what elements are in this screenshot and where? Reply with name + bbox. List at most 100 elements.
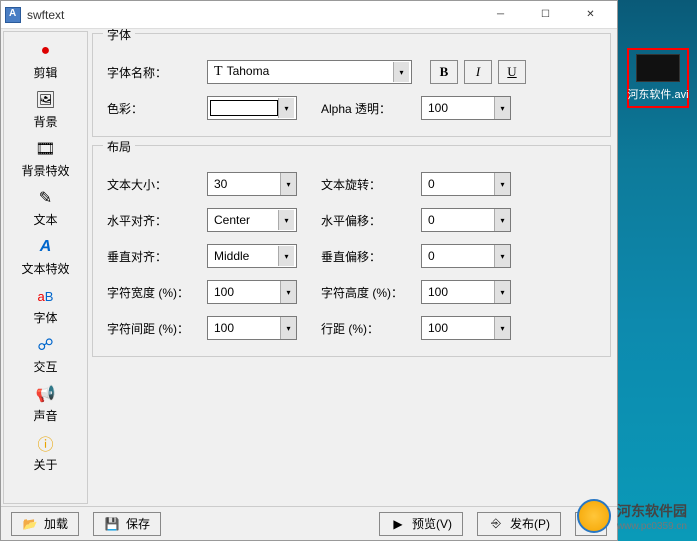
text-rotate-label: 文本旋转： bbox=[321, 176, 421, 193]
speaker-icon: 📢 bbox=[35, 383, 57, 405]
text-size-label: 文本大小： bbox=[107, 176, 207, 193]
publish-label: 发布(P) bbox=[510, 515, 550, 532]
halign-label: 水平对齐： bbox=[107, 212, 207, 229]
sidebar-item-text[interactable]: ✎ 文本 bbox=[7, 183, 85, 232]
chevron-down-icon: ▾ bbox=[280, 173, 296, 195]
line-sp-input[interactable]: 100▾ bbox=[421, 316, 511, 340]
font-group: 字体 字体名称： TTahoma ▾ B I U 色彩： bbox=[92, 33, 611, 137]
group-title: 字体 bbox=[103, 29, 135, 43]
alpha-label: Alpha 透明： bbox=[321, 100, 421, 117]
chevron-down-icon: ▾ bbox=[494, 245, 510, 267]
sidebar-label: 文本 bbox=[33, 211, 57, 228]
chevron-down-icon: ▾ bbox=[494, 317, 510, 339]
voffset-label: 垂直偏移： bbox=[321, 248, 421, 265]
sidebar-label: 背景 bbox=[33, 113, 57, 130]
chevron-down-icon: ▾ bbox=[494, 97, 510, 119]
load-label: 加载 bbox=[44, 515, 68, 532]
app-icon bbox=[5, 7, 21, 23]
char-h-input[interactable]: 100▾ bbox=[421, 280, 511, 304]
save-button[interactable]: 💾 保存 bbox=[93, 512, 161, 536]
picture-icon: 🖼 bbox=[35, 89, 57, 111]
preview-label: 预览(V) bbox=[412, 515, 452, 532]
chevron-down-icon: ▾ bbox=[494, 209, 510, 231]
watermark: 河东软件园 www.pc0359.cn bbox=[577, 499, 687, 533]
font-name-value: Tahoma bbox=[227, 64, 270, 78]
play-icon: ▶ bbox=[390, 516, 406, 532]
sidebar: ● 剪辑 🖼 背景 🎞 背景特效 ✎ 文本 A 文本特效 aB 字体 bbox=[3, 31, 88, 504]
valign-label: 垂直对齐： bbox=[107, 248, 207, 265]
sidebar-item-sound[interactable]: 📢 声音 bbox=[7, 379, 85, 428]
chevron-down-icon: ▾ bbox=[278, 210, 294, 230]
font-name-label: 字体名称： bbox=[107, 64, 207, 81]
titlebar: swftext ─ ☐ ✕ bbox=[1, 1, 617, 29]
close-button[interactable]: ✕ bbox=[568, 4, 613, 26]
sidebar-label: 交互 bbox=[33, 358, 57, 375]
text-rotate-input[interactable]: 0▾ bbox=[421, 172, 511, 196]
halign-combo[interactable]: Center▾ bbox=[207, 208, 297, 232]
color-picker[interactable]: ▾ bbox=[207, 96, 297, 120]
char-w-input[interactable]: 100▾ bbox=[207, 280, 297, 304]
color-swatch bbox=[210, 100, 278, 116]
chevron-down-icon: ▾ bbox=[494, 281, 510, 303]
minimize-button[interactable]: ─ bbox=[478, 4, 523, 26]
bottom-toolbar: 📂 加载 💾 保存 ▶ 预览(V) ⎆ 发布(P) ❓ bbox=[1, 506, 617, 540]
publish-button[interactable]: ⎆ 发布(P) bbox=[477, 512, 561, 536]
sidebar-item-font[interactable]: aB 字体 bbox=[7, 281, 85, 330]
chevron-down-icon: ▾ bbox=[280, 281, 296, 303]
video-thumbnail-icon bbox=[636, 54, 680, 82]
load-button[interactable]: 📂 加载 bbox=[11, 512, 79, 536]
underline-button[interactable]: U bbox=[498, 60, 526, 84]
hoffset-label: 水平偏移： bbox=[321, 212, 421, 229]
sidebar-label: 声音 bbox=[33, 407, 57, 424]
sidebar-label: 文本特效 bbox=[21, 260, 69, 277]
chevron-down-icon: ▾ bbox=[280, 317, 296, 339]
floppy-icon: 💾 bbox=[104, 516, 120, 532]
link-icon: ☍ bbox=[35, 334, 57, 356]
group-title: 布局 bbox=[103, 138, 135, 155]
sidebar-item-clip[interactable]: ● 剪辑 bbox=[7, 36, 85, 85]
hoffset-input[interactable]: 0▾ bbox=[421, 208, 511, 232]
maximize-button[interactable]: ☐ bbox=[523, 4, 568, 26]
sidebar-item-background[interactable]: 🖼 背景 bbox=[7, 85, 85, 134]
voffset-input[interactable]: 0▾ bbox=[421, 244, 511, 268]
alpha-value: 100 bbox=[428, 101, 448, 115]
chevron-down-icon: ▾ bbox=[278, 98, 294, 118]
font-name-combo[interactable]: TTahoma ▾ bbox=[207, 60, 412, 84]
char-sp-input[interactable]: 100▾ bbox=[207, 316, 297, 340]
watermark-url: www.pc0359.cn bbox=[617, 521, 687, 532]
sidebar-item-textfx[interactable]: A 文本特效 bbox=[7, 232, 85, 281]
chevron-down-icon: ▾ bbox=[278, 246, 294, 266]
sidebar-label: 背景特效 bbox=[21, 162, 69, 179]
window-title: swftext bbox=[27, 8, 478, 22]
sidebar-item-about[interactable]: ⓘ 关于 bbox=[7, 428, 85, 477]
scissors-icon: ● bbox=[35, 40, 57, 62]
char-w-label: 字符宽度 (%)： bbox=[107, 284, 207, 301]
bold-button[interactable]: B bbox=[430, 60, 458, 84]
publish-icon: ⎆ bbox=[488, 516, 504, 532]
app-window: swftext ─ ☐ ✕ ● 剪辑 🖼 背景 🎞 背景特效 ✎ 文本 bbox=[0, 0, 618, 541]
italic-button[interactable]: I bbox=[464, 60, 492, 84]
char-h-label: 字符高度 (%)： bbox=[321, 284, 421, 301]
line-sp-label: 行距 (%)： bbox=[321, 320, 421, 337]
sidebar-item-interact[interactable]: ☍ 交互 bbox=[7, 330, 85, 379]
layout-group: 布局 文本大小： 30▾ 文本旋转： 0▾ 水平对齐： Center▾ 水平偏移… bbox=[92, 145, 611, 357]
desktop-file[interactable]: 河东软件.avi bbox=[627, 48, 689, 108]
valign-combo[interactable]: Middle▾ bbox=[207, 244, 297, 268]
text-effect-icon: A bbox=[35, 236, 57, 258]
text-size-input[interactable]: 30▾ bbox=[207, 172, 297, 196]
char-sp-label: 字符间距 (%)： bbox=[107, 320, 207, 337]
sidebar-item-bgfx[interactable]: 🎞 背景特效 bbox=[7, 134, 85, 183]
sidebar-label: 关于 bbox=[33, 456, 57, 473]
save-label: 保存 bbox=[126, 515, 150, 532]
pencil-icon: ✎ bbox=[35, 187, 57, 209]
info-icon: ⓘ bbox=[35, 432, 57, 454]
window-controls: ─ ☐ ✕ bbox=[478, 4, 613, 26]
color-label: 色彩： bbox=[107, 100, 207, 117]
film-icon: 🎞 bbox=[35, 138, 57, 160]
preview-button[interactable]: ▶ 预览(V) bbox=[379, 512, 463, 536]
alpha-input[interactable]: 100 ▾ bbox=[421, 96, 511, 120]
main-area: ● 剪辑 🖼 背景 🎞 背景特效 ✎ 文本 A 文本特效 aB 字体 bbox=[1, 29, 617, 506]
file-label: 河东软件.avi bbox=[627, 86, 688, 102]
font-icon: aB bbox=[35, 285, 57, 307]
sidebar-label: 剪辑 bbox=[33, 64, 57, 81]
